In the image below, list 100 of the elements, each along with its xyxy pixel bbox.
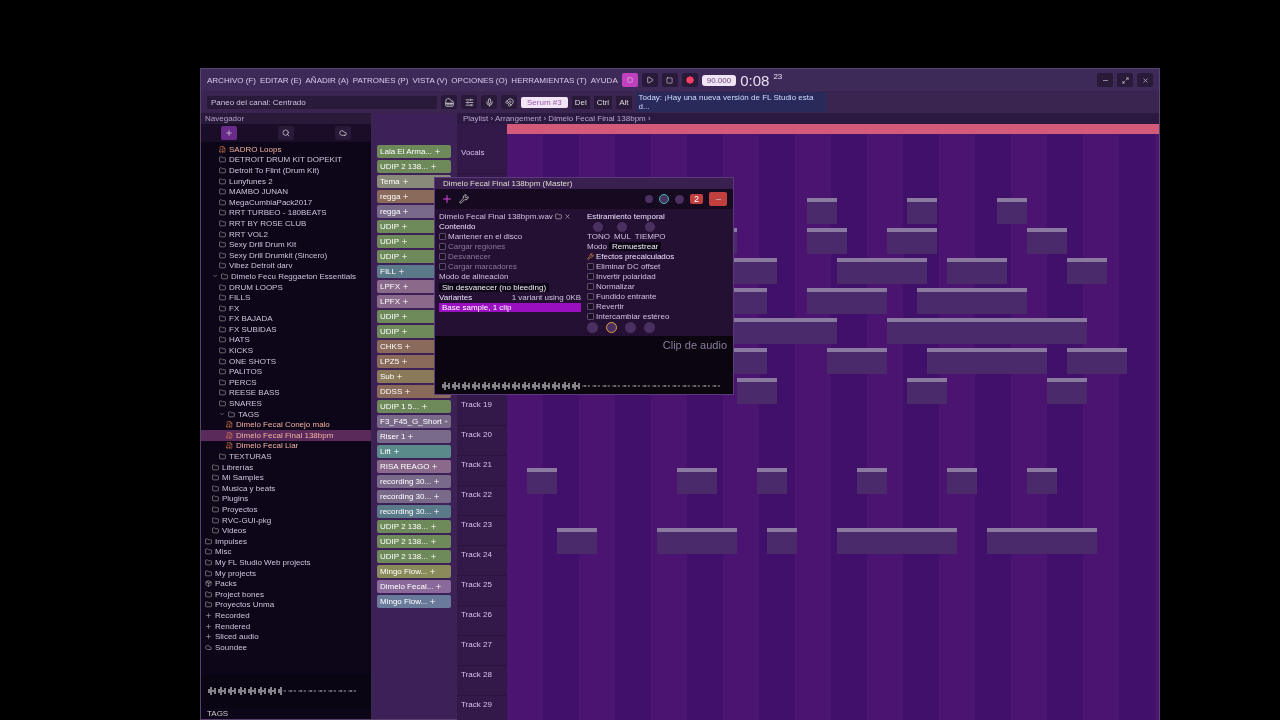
browser-item[interactable]: RRT TURBEO - 180BEATS [201, 207, 371, 219]
browser-item[interactable]: RRT VOL2 [201, 228, 371, 240]
browser-item[interactable]: Sexy Drill Drumkit (Sincero) [201, 249, 371, 261]
maximize-button[interactable] [1117, 73, 1133, 87]
browser-item[interactable]: TEXTURAS [201, 451, 371, 462]
browser-item[interactable]: Impulses [201, 535, 371, 547]
browser-item[interactable]: Librerías [201, 461, 371, 473]
pattern-clip[interactable] [997, 198, 1027, 224]
menu-item[interactable]: HERRAMIENTAS (T) [511, 75, 587, 85]
checkbox[interactable] [587, 273, 594, 280]
pattern-clip[interactable] [837, 528, 957, 554]
pattern-clip[interactable] [1067, 348, 1127, 374]
browser-item[interactable]: Musica y beats [201, 483, 371, 494]
pattern-clip[interactable] [857, 468, 887, 494]
pattern-clip[interactable] [907, 198, 937, 224]
pattern-clip[interactable] [807, 228, 847, 254]
pattern-clip[interactable] [887, 228, 937, 254]
plus-tab[interactable] [221, 126, 238, 140]
browser-item[interactable]: KICKS [201, 345, 371, 356]
browser-item[interactable]: DRUM LOOPS [201, 281, 371, 293]
mic-button[interactable] [481, 95, 497, 109]
browser-item[interactable]: Lunyfunes 2 [201, 175, 371, 187]
menu-item[interactable]: AÑADIR (A) [305, 75, 349, 85]
browser-item[interactable]: HATS [201, 334, 371, 346]
browser-item[interactable]: FX [201, 302, 371, 314]
pattern-clip[interactable] [807, 198, 837, 224]
channel-button[interactable]: Lift [377, 445, 451, 458]
key-button[interactable]: Alt [616, 95, 632, 109]
pattern-clip[interactable] [527, 468, 557, 494]
menu-item[interactable]: VISTA (V) [412, 75, 448, 85]
channel-button[interactable]: recording 30... [377, 475, 451, 488]
pattern-clip[interactable] [657, 528, 737, 554]
pattern-clip[interactable] [947, 468, 977, 494]
pattern-clip[interactable] [737, 378, 777, 404]
browser-item[interactable]: Rendered [201, 620, 371, 632]
browser-item[interactable]: FILLS [201, 292, 371, 303]
browser-item[interactable]: FX SUBIDAS [201, 324, 371, 335]
browser-item[interactable]: Dimelo Fecal Liar [201, 440, 371, 452]
menu-item[interactable]: PATRONES (P) [352, 75, 409, 85]
radio-button[interactable] [439, 233, 446, 240]
menu-item[interactable]: AYUDA [590, 75, 618, 85]
browser-item[interactable]: Project bones [201, 588, 371, 600]
channel-button[interactable]: UDIP 2 138... [377, 520, 451, 533]
browser-item[interactable]: PALITOS [201, 366, 371, 378]
browser-item[interactable]: Videos [201, 525, 371, 536]
song-mode-toggle[interactable] [621, 73, 638, 87]
channel-button[interactable]: Riser 1 [377, 430, 451, 443]
browser-item[interactable]: Proyectos [201, 504, 371, 515]
pattern-clip[interactable] [907, 378, 947, 404]
knob-icon[interactable] [606, 322, 617, 333]
variant-item[interactable]: Base sample, 1 clip [439, 303, 581, 312]
channel-button[interactable]: Lala El Arma... [377, 145, 451, 158]
browser-item[interactable]: Recorded [201, 610, 371, 621]
cloud-tab[interactable] [334, 126, 351, 140]
browser-item[interactable]: Packs [201, 578, 371, 589]
channel-button[interactable]: recording 30... [377, 490, 451, 503]
channel-button[interactable]: RISA REAGO [377, 460, 451, 473]
pattern-clip[interactable] [767, 528, 797, 554]
pattern-clip[interactable] [1027, 228, 1067, 254]
browser-item[interactable]: DETROIT DRUM KIT DOPEKIT [201, 154, 371, 166]
magnet-button[interactable] [501, 95, 517, 109]
pattern-clip[interactable] [1027, 468, 1057, 494]
channel-button[interactable]: recording 30... [377, 505, 451, 518]
checkbox[interactable] [587, 283, 594, 290]
pattern-clip[interactable] [927, 348, 1047, 374]
browser-item[interactable]: Mi Samples [201, 472, 371, 483]
browser-item[interactable]: RVC-GUI-pkg [201, 514, 371, 526]
browser-item[interactable]: Sliced audio [201, 631, 371, 642]
mixer-button[interactable] [461, 95, 477, 109]
pattern-clip[interactable] [1067, 258, 1107, 284]
browser-item[interactable]: Vibez Detroit darv [201, 260, 371, 272]
channel-button[interactable]: UDIP 2 138... [377, 160, 451, 173]
browser-item[interactable]: Dimelo Fecal Conejo malo [201, 419, 371, 431]
dropdown[interactable]: Sin desvanecer (no bleeding) [439, 283, 550, 292]
checkbox[interactable] [587, 303, 594, 310]
browser-item[interactable]: Misc [201, 546, 371, 558]
browser-item[interactable]: Dimelo Fecu Reggaeton Essentials [201, 271, 371, 282]
play-button[interactable] [641, 73, 658, 87]
track-number[interactable]: 2 [690, 194, 703, 204]
channel-button[interactable]: Dimelo Fecal... [377, 580, 451, 593]
browser-item[interactable]: Sexy Drill Drum Kit [201, 239, 371, 250]
pattern-clip[interactable] [557, 528, 597, 554]
menu-item[interactable]: OPCIONES (O) [451, 75, 508, 85]
browser-item[interactable]: MegaCumbiaPack2017 [201, 196, 371, 208]
browser-item[interactable]: Dimelo Fecal Final 138bpm [201, 430, 371, 441]
browser-item[interactable]: Soundee [201, 641, 371, 653]
browser-item[interactable]: SNARES [201, 398, 371, 409]
pattern-clip[interactable] [757, 468, 787, 494]
channel-button[interactable]: UDIP 1 5... [377, 400, 451, 413]
browser-item[interactable]: REESE BASS [201, 387, 371, 399]
browser-item[interactable]: TAGS [201, 408, 371, 420]
browser-item[interactable]: MAMBO JUNAN [201, 186, 371, 197]
browser-item[interactable]: ONE SHOTS [201, 355, 371, 367]
minimize-button[interactable] [1097, 73, 1113, 87]
pattern-clip[interactable] [677, 468, 717, 494]
pattern-clip[interactable] [987, 528, 1097, 554]
pattern-clip[interactable] [807, 288, 887, 314]
browser-item[interactable]: My projects [201, 567, 371, 579]
pattern-clip[interactable] [947, 258, 1007, 284]
dropdown[interactable]: Remuestrear [609, 242, 662, 251]
